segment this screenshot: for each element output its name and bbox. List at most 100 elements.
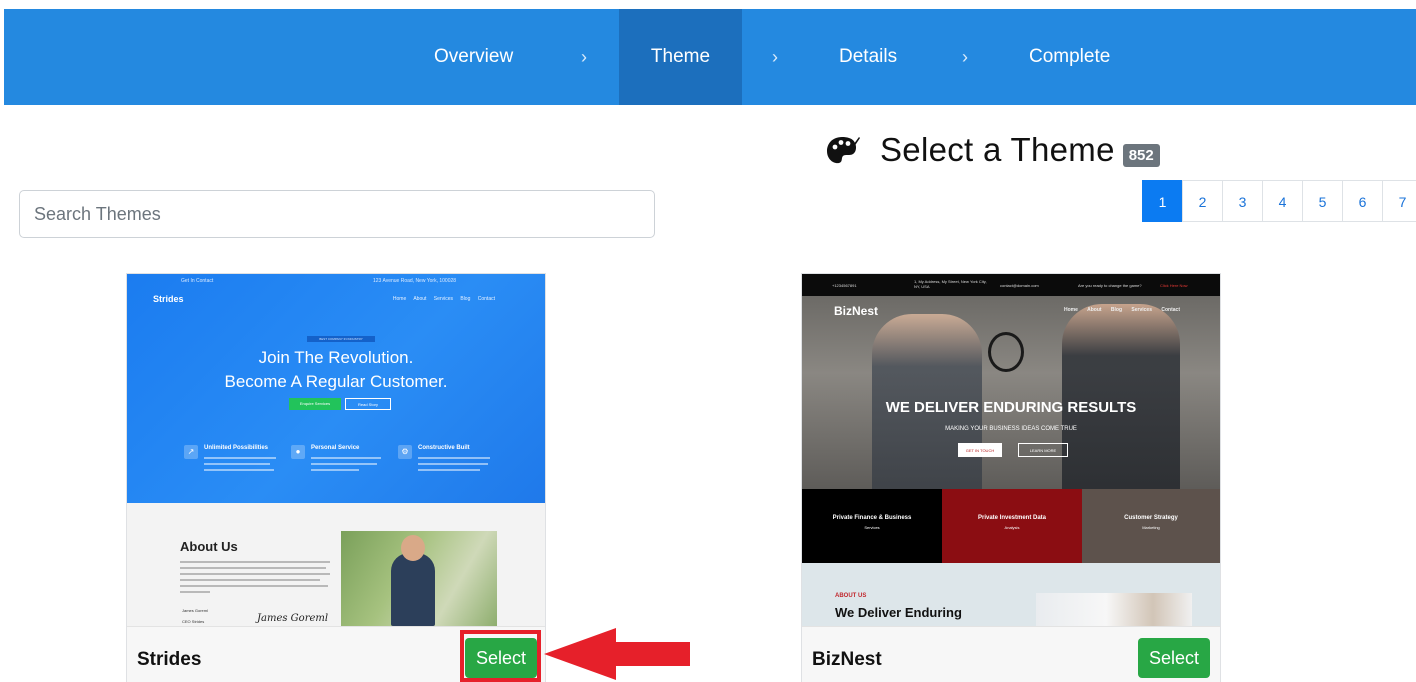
preview-band-title: Customer Strategy	[1124, 515, 1178, 521]
preview-about-section: About Us James Goreml CEO Strides James …	[127, 503, 545, 626]
preview-band-sub: Marketing	[1142, 525, 1160, 530]
preview-about-section: ABOUT US We Deliver Enduring	[802, 563, 1220, 626]
theme-count-badge: 852	[1122, 143, 1160, 167]
step-details[interactable]: Details	[839, 9, 897, 105]
palette-icon	[827, 137, 860, 164]
preview-logo: BizNest	[834, 304, 879, 318]
preview-nav: Home About Services Blog Contact	[392, 296, 495, 302]
preview-text-line	[180, 591, 210, 593]
preview-band-sub: Services	[864, 525, 880, 530]
theme-preview-strides[interactable]: Get In Contact 123 Avenue Road, New York…	[127, 274, 545, 626]
preview-text-line	[180, 573, 330, 575]
preview-text-line	[311, 457, 381, 459]
user-icon: ●	[291, 445, 305, 459]
preview-hero	[802, 296, 1220, 489]
preview-text-line	[204, 469, 274, 471]
theme-card-strides: Get In Contact 123 Avenue Road, New York…	[126, 273, 546, 682]
preview-topbar-phone: +1234567891	[832, 283, 857, 288]
preview-text-line	[311, 463, 377, 465]
preview-signature: James Goreml	[257, 613, 329, 624]
page-link-6[interactable]: 6	[1342, 180, 1383, 222]
preview-text-line	[418, 457, 490, 459]
preview-band-sub: Analysis	[1004, 525, 1020, 530]
preview-headline-2: Become A Regular Customer.	[224, 372, 448, 391]
preview-headline: WE DELIVER ENDURING RESULTS	[885, 399, 1137, 416]
page-link-7[interactable]: 7	[1382, 180, 1416, 222]
preview-photo-head	[401, 535, 425, 561]
preview-topbar: Get In Contact 123 Avenue Road, New York…	[127, 274, 545, 288]
preview-topbar-prompt: Are you ready to change the game?	[1078, 283, 1142, 288]
preview-service-band: Private Investment Data Analysis	[942, 489, 1082, 563]
preview-band-title: Private Finance & Business	[832, 515, 912, 521]
step-separator: ›	[772, 47, 778, 67]
step-separator: ›	[581, 47, 587, 67]
preview-feature: ● Personal Service	[291, 445, 391, 479]
preview-subheadline: MAKING YOUR BUSINESS IDEAS COME TRUE	[945, 426, 1077, 432]
step-theme[interactable]: Theme	[619, 9, 742, 105]
preview-pill: BEST COMPANY IN INDUSTRY	[307, 336, 375, 342]
preview-topbar-address: 1, My Address, My Street, New York City,…	[914, 279, 987, 289]
page-title: Select a Theme	[880, 131, 1115, 168]
preview-primary-button: Enquire Services	[289, 398, 341, 410]
theme-selection-page: Overview › Theme › Details › Complete Se…	[0, 0, 1416, 682]
page-link-2[interactable]: 2	[1182, 180, 1223, 222]
preview-primary-button: GET IN TOUCH	[958, 443, 1002, 457]
preview-hero: Get In Contact 123 Avenue Road, New York…	[127, 274, 545, 503]
preview-about-image	[1036, 593, 1192, 626]
preview-headline-1: Join The Revolution.	[258, 348, 414, 367]
preview-text-line	[204, 457, 276, 459]
page-heading: Select a Theme 852	[826, 128, 1160, 172]
theme-name: Strides	[137, 649, 202, 670]
preview-text-line	[180, 561, 330, 563]
preview-text-line	[418, 463, 488, 465]
preview-feature: ↗ Unlimited Possibilities	[184, 445, 284, 479]
preview-feature-title: Unlimited Possibilities	[204, 445, 269, 451]
page-link-1[interactable]: 1	[1142, 180, 1183, 222]
select-theme-button[interactable]: Select	[1138, 638, 1210, 678]
preview-text-line	[204, 463, 270, 465]
preview-emblem	[988, 332, 1024, 372]
page-link-4[interactable]: 4	[1262, 180, 1303, 222]
preview-feature-title: Personal Service	[311, 445, 360, 451]
preview-logo: Strides	[153, 294, 184, 304]
chart-icon: ↗	[184, 445, 198, 459]
pagination: 1 2 3 4 5 6 7	[1142, 180, 1416, 222]
preview-topbar-email: contact@domain.com	[1000, 283, 1039, 288]
theme-card-footer: BizNest Select	[802, 626, 1220, 682]
preview-text-line	[180, 585, 328, 587]
preview-secondary-button: Read Story	[345, 398, 391, 410]
preview-text-line	[180, 567, 326, 569]
step-overview[interactable]: Overview	[434, 9, 513, 105]
page-link-5[interactable]: 5	[1302, 180, 1343, 222]
preview-service-band: Customer Strategy Marketing	[1082, 489, 1220, 563]
preview-topbar: +1234567891 1, My Address, My Street, Ne…	[802, 274, 1220, 296]
gears-icon: ⚙	[398, 445, 412, 459]
preview-service-band: Private Finance & Business Services	[802, 489, 942, 563]
page-link-3[interactable]: 3	[1222, 180, 1263, 222]
preview-topbar-link: Click Here Now	[1160, 283, 1188, 288]
preview-signer-name: James Goreml	[182, 608, 209, 613]
preview-about-heading: We Deliver Enduring	[835, 605, 962, 620]
search-themes-input[interactable]	[19, 190, 655, 238]
preview-person-right	[1062, 304, 1180, 489]
arrow-left-icon	[544, 628, 690, 680]
theme-name: BizNest	[812, 649, 882, 670]
preview-text-line	[311, 469, 359, 471]
preview-feature-title: Constructive Built	[418, 445, 470, 451]
wizard-steps-bar: Overview › Theme › Details › Complete	[4, 9, 1416, 105]
preview-band-title: Private Investment Data	[977, 515, 1047, 521]
step-separator: ›	[962, 47, 968, 67]
preview-about-photo	[341, 531, 497, 626]
preview-photo-figure	[391, 553, 435, 626]
preview-secondary-button: LEARN MORE	[1018, 443, 1068, 457]
highlight-box	[460, 630, 541, 682]
preview-text-line	[180, 579, 320, 581]
preview-topbar-right: 123 Avenue Road, New York, 100028	[373, 278, 457, 284]
step-complete[interactable]: Complete	[1029, 9, 1110, 105]
theme-preview-biznest[interactable]: +1234567891 1, My Address, My Street, Ne…	[802, 274, 1220, 626]
preview-topbar-left: Get In Contact	[181, 278, 214, 284]
preview-about-heading: About Us	[180, 539, 238, 554]
preview-about-tag: ABOUT US	[835, 593, 867, 599]
preview-nav: Home About Blog Services Contact	[1064, 307, 1180, 313]
preview-signer-role: CEO Strides	[182, 619, 205, 624]
